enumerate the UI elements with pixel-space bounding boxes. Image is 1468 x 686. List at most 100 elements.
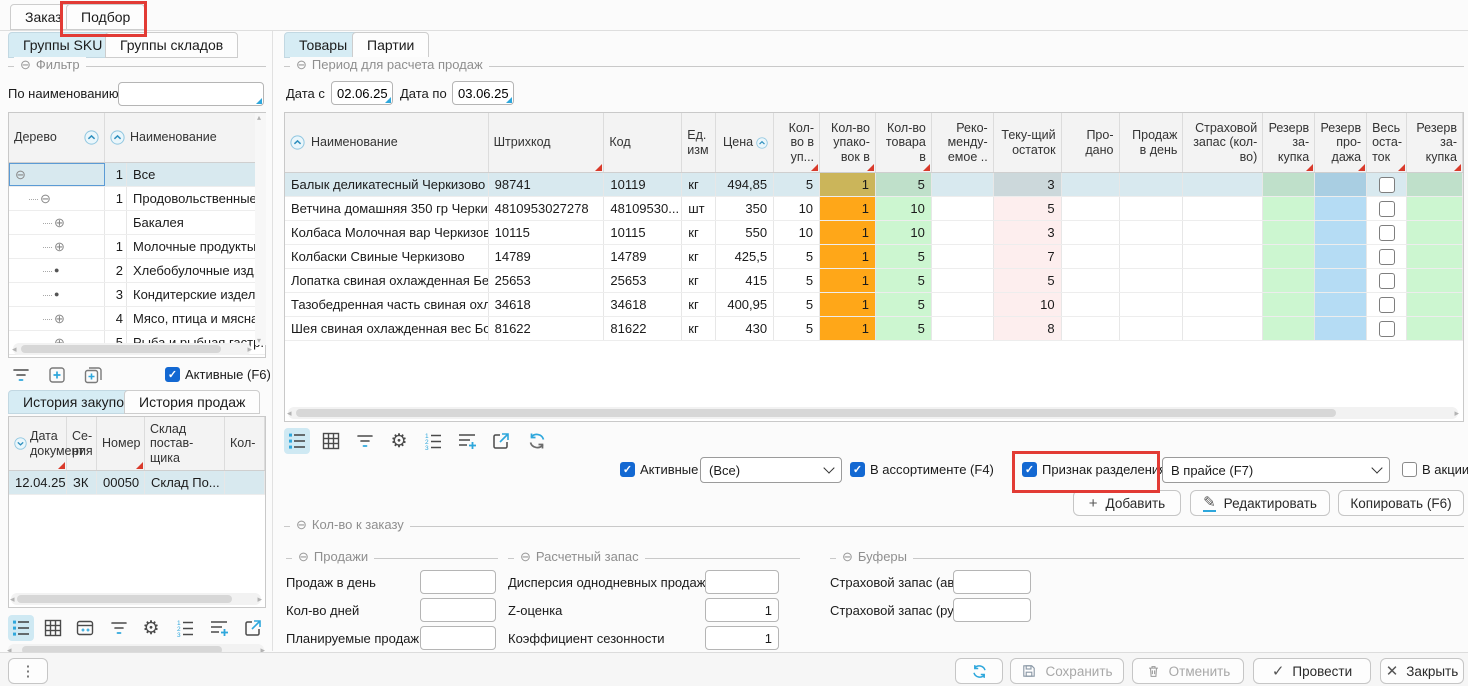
panel-splitter[interactable] bbox=[272, 31, 273, 651]
dispersion-input[interactable] bbox=[705, 570, 779, 594]
column-header[interactable]: Продаж в день bbox=[1120, 113, 1184, 172]
split-flag-checkbox[interactable]: ✓ bbox=[1022, 462, 1037, 477]
refresh-button[interactable] bbox=[955, 658, 1003, 684]
tree-expand-icon[interactable]: ⊕ bbox=[9, 307, 105, 330]
all-dropdown[interactable]: (Все) bbox=[700, 457, 842, 483]
collapse-icon[interactable]: ⊖ bbox=[296, 518, 307, 531]
table-row[interactable]: Балык деликатесный Черкизово9874110119кг… bbox=[285, 173, 1463, 197]
close-button[interactable]: ✕ Закрыть bbox=[1380, 658, 1464, 684]
column-header[interactable]: Кол- bbox=[225, 417, 265, 470]
export-icon[interactable] bbox=[488, 428, 514, 454]
column-header[interactable]: Ед. изм bbox=[682, 113, 716, 172]
column-header[interactable]: Штрихкод bbox=[489, 113, 605, 172]
column-header[interactable]: Реко-менду-емое .. bbox=[932, 113, 994, 172]
tree-row[interactable]: ⊖1Все bbox=[9, 163, 265, 187]
list-details-icon[interactable] bbox=[8, 615, 34, 641]
row-checkbox[interactable] bbox=[1367, 221, 1407, 244]
column-header[interactable]: Теку-щий остаток bbox=[994, 113, 1062, 172]
tree-leaf-icon[interactable]: ● bbox=[9, 283, 105, 306]
tree-row[interactable]: ⊕1Молочные продукты bbox=[9, 235, 265, 259]
edit-button[interactable]: ✎ Редактировать bbox=[1190, 490, 1330, 516]
tree-vertical-scrollbar[interactable] bbox=[255, 113, 266, 345]
sync-icon[interactable] bbox=[524, 428, 550, 454]
list-add-icon[interactable] bbox=[454, 428, 480, 454]
gear-icon[interactable]: ⚙ bbox=[138, 615, 164, 641]
filter-icon[interactable] bbox=[8, 362, 34, 388]
name-filter-input[interactable] bbox=[119, 83, 263, 105]
table-row[interactable]: Колбаса Молочная вар Черкизово1011510115… bbox=[285, 221, 1463, 245]
row-checkbox[interactable] bbox=[1367, 317, 1407, 340]
column-header[interactable]: Кол-во товара в bbox=[876, 113, 932, 172]
tree-expand-icon[interactable]: ⊕ bbox=[9, 235, 105, 258]
tab-podbor[interactable]: Подбор bbox=[66, 4, 145, 30]
copy-button[interactable]: Копировать (F6) bbox=[1338, 490, 1464, 516]
tree-horizontal-scrollbar[interactable] bbox=[13, 343, 251, 355]
tab-warehouse-groups[interactable]: Группы складов bbox=[105, 32, 238, 58]
z-score-input[interactable] bbox=[705, 598, 779, 622]
price-list-dropdown[interactable]: В прайсе (F7) bbox=[1162, 457, 1390, 483]
tree-row[interactable]: ⊖1Продовольственные... bbox=[9, 187, 265, 211]
days-count-input[interactable] bbox=[420, 598, 496, 622]
add-multiple-icon[interactable] bbox=[80, 362, 106, 388]
tab-sales-history[interactable]: История продаж bbox=[124, 390, 260, 414]
row-checkbox[interactable] bbox=[1367, 293, 1407, 316]
assortment-checkbox[interactable]: ✓ bbox=[850, 462, 865, 477]
tree-name-column-header[interactable]: Наименование bbox=[105, 113, 265, 162]
column-header[interactable]: Кол-во в уп... bbox=[774, 113, 820, 172]
cancel-button[interactable]: Отменить bbox=[1132, 658, 1244, 684]
tree-expand-icon[interactable]: ⊕ bbox=[9, 211, 105, 234]
tree-row[interactable]: ●2Хлебобулочные изд... bbox=[9, 259, 265, 283]
grid-icon[interactable] bbox=[40, 615, 66, 641]
tree-row[interactable]: ⊕Бакалея bbox=[9, 211, 265, 235]
column-header[interactable]: Резерв про-дажа bbox=[1315, 113, 1367, 172]
tree-column-header[interactable]: Дерево bbox=[9, 113, 105, 162]
collapse-icon[interactable]: ⊖ bbox=[20, 58, 31, 71]
row-checkbox[interactable] bbox=[1367, 269, 1407, 292]
column-header[interactable]: Про-дано bbox=[1062, 113, 1120, 172]
column-header[interactable]: Кол-во упако-вок в bbox=[820, 113, 876, 172]
save-button[interactable]: Сохранить bbox=[1010, 658, 1124, 684]
goods-horizontal-scrollbar[interactable] bbox=[288, 407, 1458, 419]
tree-row[interactable]: ⊕4Мясо, птица и мясна... bbox=[9, 307, 265, 331]
calendar-icon[interactable] bbox=[72, 615, 98, 641]
table-row[interactable]: Ветчина домашняя 350 гр Черкиз...4810953… bbox=[285, 197, 1463, 221]
date-to-input[interactable] bbox=[453, 82, 513, 104]
history-horizontal-scrollbar[interactable] bbox=[11, 593, 261, 605]
filter-icon[interactable] bbox=[352, 428, 378, 454]
column-header[interactable]: Весь оста-ток bbox=[1367, 113, 1407, 172]
list-details-icon[interactable] bbox=[284, 428, 310, 454]
collapse-icon[interactable]: ⊖ bbox=[296, 58, 307, 71]
tab-batches[interactable]: Партии bbox=[352, 32, 429, 58]
numbered-list-icon[interactable]: 123 bbox=[172, 615, 198, 641]
column-header[interactable]: Се-рия bbox=[67, 417, 97, 470]
promo-checkbox[interactable] bbox=[1402, 462, 1417, 477]
tab-goods[interactable]: Товары bbox=[284, 32, 362, 58]
date-from-input[interactable] bbox=[332, 82, 392, 104]
column-header[interactable]: Склад постав-щика bbox=[145, 417, 225, 470]
tree-leaf-icon[interactable]: ● bbox=[9, 259, 105, 282]
active-f6-checkbox[interactable]: ✓ bbox=[165, 367, 180, 382]
export-icon[interactable] bbox=[240, 615, 266, 641]
gear-icon[interactable]: ⚙ bbox=[386, 428, 412, 454]
filter-icon[interactable] bbox=[106, 615, 132, 641]
safety-stock-auto-input[interactable] bbox=[953, 570, 1031, 594]
post-button[interactable]: ✓ Провести bbox=[1253, 658, 1371, 684]
planned-sales-input[interactable] bbox=[420, 626, 496, 650]
column-header[interactable]: Номер bbox=[97, 417, 145, 470]
tree-collapse-icon[interactable]: ⊖ bbox=[9, 163, 105, 186]
numbered-list-icon[interactable]: 123 bbox=[420, 428, 446, 454]
tree-collapse-icon[interactable]: ⊖ bbox=[9, 187, 105, 210]
seasonality-input[interactable] bbox=[705, 626, 779, 650]
collapse-icon[interactable]: ⊖ bbox=[842, 550, 853, 563]
row-checkbox[interactable] bbox=[1367, 197, 1407, 220]
sales-per-day-input[interactable] bbox=[420, 570, 496, 594]
row-checkbox[interactable] bbox=[1367, 173, 1407, 196]
column-header[interactable]: Дата документ bbox=[9, 417, 67, 470]
table-row[interactable]: Шея свиная охлажденная вес Бо...81622816… bbox=[285, 317, 1463, 341]
collapse-icon[interactable]: ⊖ bbox=[298, 550, 309, 563]
collapse-icon[interactable]: ⊖ bbox=[520, 550, 531, 563]
tree-row[interactable]: ●3Кондитерские издел... bbox=[9, 283, 265, 307]
safety-stock-manual-input[interactable] bbox=[953, 598, 1031, 622]
tab-sku-groups[interactable]: Группы SKU bbox=[8, 32, 117, 58]
table-row[interactable]: Тазобедренная часть свиная охл...3461834… bbox=[285, 293, 1463, 317]
